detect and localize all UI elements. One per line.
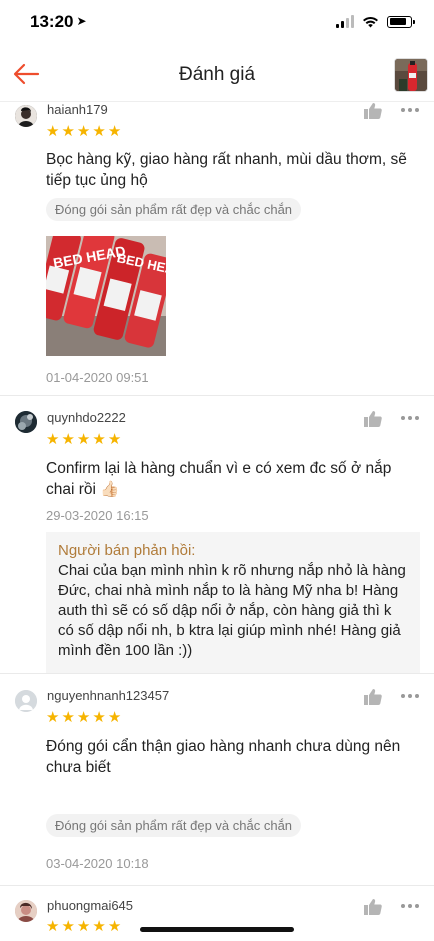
star-icon: ★ [92, 123, 106, 140]
thumbs-up-icon[interactable] [364, 689, 382, 705]
star-icon: ★ [76, 431, 91, 448]
review-item: nguyenhnanh123457 ★ ★ ★ ★ ★ Đóng gói cẩn thậ… [0, 674, 434, 886]
star-icon: ★ [76, 123, 91, 140]
seller-reply: Người bán phản hồi: Chai của bạn mình nh… [46, 532, 420, 673]
star-icon: ★ [107, 123, 122, 140]
cellular-signal-icon [336, 15, 354, 28]
star-icon: ★ [61, 431, 75, 448]
star-rating: ★ ★ ★ ★ ★ [46, 432, 121, 447]
home-indicator[interactable] [140, 927, 294, 932]
review-photo[interactable]: BED HEAD BED HEAD [46, 236, 166, 356]
star-icon: ★ [76, 709, 91, 726]
star-icon: ★ [107, 918, 122, 935]
seller-reply-text: Chai của bạn mình nhìn k rõ nhưng nắp nh… [58, 562, 406, 659]
avatar[interactable] [15, 900, 37, 922]
thumbs-up-icon[interactable] [364, 411, 382, 427]
star-icon: ★ [46, 918, 60, 935]
star-rating: ★ ★ ★ ★ ★ [46, 124, 121, 139]
more-options-icon[interactable] [401, 416, 421, 422]
reviews-list: haianh179 ★ ★ ★ ★ ★ Bọc hàng kỹ, giao hàng r… [0, 95, 434, 941]
review-tag: Đóng gói sản phẩm rất đẹp và chắc chắn [46, 814, 302, 837]
review-date: 03-04-2020 10:18 [46, 856, 149, 871]
star-icon: ★ [92, 709, 106, 726]
avatar[interactable] [15, 105, 37, 127]
thumbs-up-icon[interactable] [364, 103, 382, 119]
nav-header: Đánh giá [0, 46, 434, 102]
review-comment: Đóng gói cẩn thận giao hàng nhanh chưa d… [46, 738, 401, 776]
star-icon: ★ [92, 918, 106, 935]
review-username: nguyenhnanh123457 [47, 688, 170, 703]
star-icon: ★ [46, 709, 60, 726]
status-time-text: 13:20 [30, 12, 74, 31]
review-tag: Đóng gói sản phẩm rất đẹp và chắc chắn [46, 198, 302, 221]
star-icon: ★ [107, 709, 122, 726]
status-bar: 13:20 ➤ [0, 0, 434, 46]
star-icon: ★ [46, 431, 60, 448]
page-title: Đánh giá [178, 64, 256, 85]
review-item: phuongmai645 ★ ★ ★ ★ ★ [0, 886, 434, 941]
star-icon: ★ [46, 123, 60, 140]
review-date: 29-03-2020 16:15 [46, 508, 149, 523]
status-time: 13:20 ➤ [30, 12, 87, 32]
star-icon: ★ [61, 709, 75, 726]
star-icon: ★ [92, 431, 106, 448]
product-thumbnail[interactable] [394, 58, 428, 92]
star-icon: ★ [76, 918, 91, 935]
more-options-icon[interactable] [401, 694, 421, 700]
thumbs-up-icon[interactable] [364, 899, 382, 915]
star-rating: ★ ★ ★ ★ ★ [46, 919, 121, 934]
star-icon: ★ [61, 918, 75, 935]
star-icon: ★ [61, 123, 75, 140]
star-icon: ★ [107, 431, 122, 448]
more-options-icon[interactable] [401, 108, 421, 114]
review-username: quynhdo2222 [47, 410, 126, 425]
review-photo-image: BED HEAD BED HEAD [46, 236, 166, 356]
wifi-icon [363, 16, 378, 27]
more-options-icon[interactable] [401, 904, 421, 910]
seller-reply-title: Người bán phản hồi: [58, 542, 196, 559]
review-item: quynhdo2222 ★ ★ ★ ★ ★ Confirm lại là hàng ch… [0, 396, 434, 674]
location-arrow-icon: ➤ [76, 14, 87, 28]
star-rating: ★ ★ ★ ★ ★ [46, 710, 121, 725]
status-icons [336, 15, 415, 28]
battery-icon [387, 15, 415, 28]
avatar[interactable] [15, 690, 37, 712]
review-comment: Bọc hàng kỹ, giao hàng rất nhanh, mùi dầ… [46, 151, 407, 189]
review-item: haianh179 ★ ★ ★ ★ ★ Bọc hàng kỹ, giao hàng r… [0, 95, 434, 396]
review-comment: Confirm lại là hàng chuẩn vì e có xem đc… [46, 460, 392, 498]
review-date: 01-04-2020 09:51 [46, 370, 149, 385]
product-thumbnail-image [395, 59, 427, 91]
avatar[interactable] [15, 411, 37, 433]
review-username: phuongmai645 [47, 898, 134, 913]
review-username: haianh179 [47, 102, 108, 117]
